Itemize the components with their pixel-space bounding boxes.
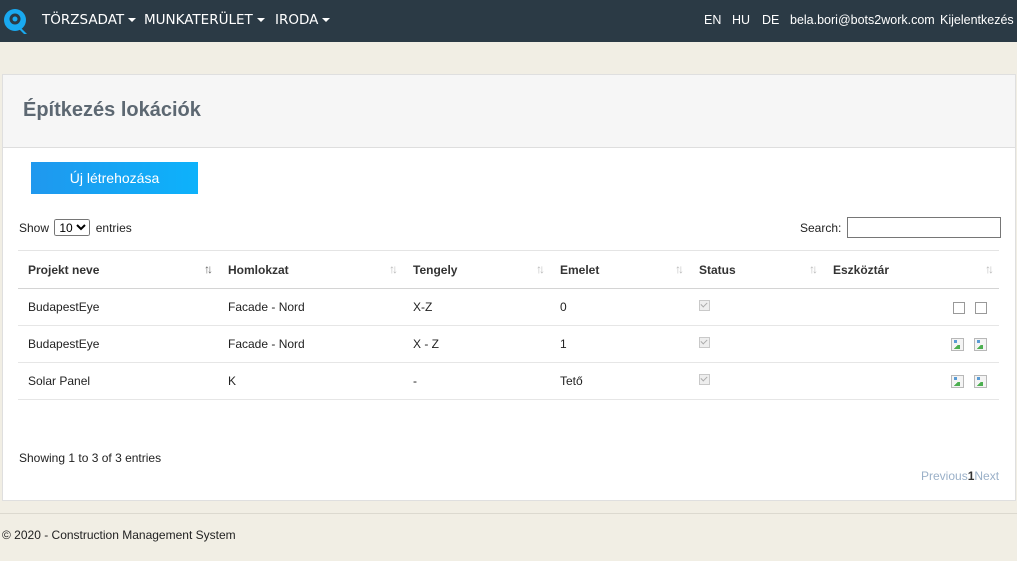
cell-tools xyxy=(823,325,999,363)
column-header-tengely[interactable]: Tengely ↑↓ xyxy=(403,250,550,289)
cell-project: Solar Panel xyxy=(18,362,218,400)
cell-tools xyxy=(823,362,999,400)
column-label: Projekt neve xyxy=(28,262,100,277)
page-size-select[interactable]: 10 xyxy=(54,219,91,236)
cell-floor: Tető xyxy=(550,362,689,400)
card-header: Építkezés lokációk xyxy=(3,75,1015,148)
caret-down-icon xyxy=(256,18,265,22)
cell-axis: X - Z xyxy=(403,325,550,363)
sort-icon: ↑↓ xyxy=(985,262,994,276)
entries-label: entries xyxy=(95,221,132,235)
cell-facade: Facade - Nord xyxy=(218,288,403,326)
brand-logo-icon[interactable] xyxy=(2,7,30,35)
table-row: BudapestEye Facade - Nord X-Z 0 xyxy=(18,288,999,326)
cell-floor: 0 xyxy=(550,288,689,326)
next-page-link[interactable]: Next xyxy=(974,469,999,483)
column-header-emelet[interactable]: Emelet ↑↓ xyxy=(550,250,689,289)
table-row: BudapestEye Facade - Nord X - Z 1 xyxy=(18,325,999,363)
language-en-link[interactable]: EN xyxy=(704,13,721,27)
sort-icon: ↑↓ xyxy=(389,262,398,276)
cell-status xyxy=(689,362,823,400)
nav-menu-label: TÖRZSADAT xyxy=(42,12,125,28)
cell-tools xyxy=(823,288,999,326)
nav-menu-torzsadat[interactable]: TÖRZSADAT xyxy=(42,12,137,28)
caret-down-icon xyxy=(322,18,331,22)
cell-floor: 1 xyxy=(550,325,689,363)
locations-table: Projekt neve ↑↓ Homlokzat ↑↓ Tengely ↑↓ … xyxy=(18,250,999,400)
create-new-button[interactable]: Új létrehozása xyxy=(31,162,198,194)
language-de-link[interactable]: DE xyxy=(762,13,779,27)
locations-card: Építkezés lokációk Új létrehozása Show 1… xyxy=(2,74,1016,501)
user-email-link[interactable]: bela.bori@bots2work.com xyxy=(790,13,935,27)
previous-page-link[interactable]: Previous xyxy=(921,469,968,483)
sort-icon: ↑↓ xyxy=(809,262,818,276)
nav-menu-munkaterulet[interactable]: MUNKATERÜLET xyxy=(144,12,265,28)
status-checkbox xyxy=(699,337,710,348)
column-header-eszkoztar[interactable]: Eszköztár ↑↓ xyxy=(823,250,999,289)
table-header-row: Projekt neve ↑↓ Homlokzat ↑↓ Tengely ↑↓ … xyxy=(18,250,999,289)
footer-text: © 2020 - Construction Management System xyxy=(2,528,236,542)
logout-link[interactable]: Kijelentkezés xyxy=(940,13,1014,27)
column-label: Tengely xyxy=(413,262,458,277)
column-header-homlokzat[interactable]: Homlokzat ↑↓ xyxy=(218,250,403,289)
nav-menu-label: IRODA xyxy=(275,12,319,28)
footer-divider xyxy=(0,513,1017,514)
edit-image-icon[interactable] xyxy=(951,338,964,352)
sort-icon: ↑↓ xyxy=(675,262,684,276)
cell-axis: X-Z xyxy=(403,288,550,326)
delete-image-icon[interactable] xyxy=(974,338,987,352)
column-label: Emelet xyxy=(560,262,600,277)
cell-facade: K xyxy=(218,362,403,400)
status-checkbox xyxy=(699,374,710,385)
sort-icon: ↑↓ xyxy=(204,262,213,276)
cell-project: BudapestEye xyxy=(18,325,218,363)
cell-project: BudapestEye xyxy=(18,288,218,326)
column-header-projekt-neve[interactable]: Projekt neve ↑↓ xyxy=(18,250,218,289)
column-label: Homlokzat xyxy=(228,262,289,277)
sort-icon: ↑↓ xyxy=(536,262,545,276)
language-hu-link[interactable]: HU xyxy=(732,13,750,27)
status-checkbox xyxy=(699,300,710,311)
cell-status xyxy=(689,288,823,326)
column-label: Status xyxy=(699,262,736,277)
delete-icon[interactable] xyxy=(975,301,987,314)
page-title: Építkezés lokációk xyxy=(23,99,201,121)
cell-facade: Facade - Nord xyxy=(218,325,403,363)
delete-image-icon[interactable] xyxy=(974,375,987,389)
column-header-status[interactable]: Status ↑↓ xyxy=(689,250,823,289)
nav-menu-label: MUNKATERÜLET xyxy=(144,12,253,28)
top-navbar: TÖRZSADAT MUNKATERÜLET IRODA EN HU DE be… xyxy=(0,0,1017,42)
edit-icon[interactable] xyxy=(953,301,965,314)
table-info: Showing 1 to 3 of 3 entries xyxy=(19,451,162,465)
caret-down-icon xyxy=(128,18,137,22)
page-size-control: Show 10 entries xyxy=(19,219,132,236)
nav-menu-iroda[interactable]: IRODA xyxy=(275,12,331,28)
search-input[interactable] xyxy=(847,217,1001,238)
pagination: Previous1Next xyxy=(921,469,999,483)
cell-axis: - xyxy=(403,362,550,400)
cell-status xyxy=(689,325,823,363)
table-row: Solar Panel K - Tető xyxy=(18,362,999,400)
search-label: Search: xyxy=(800,221,842,235)
show-label: Show xyxy=(19,221,50,235)
column-label: Eszköztár xyxy=(833,262,890,277)
edit-image-icon[interactable] xyxy=(951,375,964,389)
